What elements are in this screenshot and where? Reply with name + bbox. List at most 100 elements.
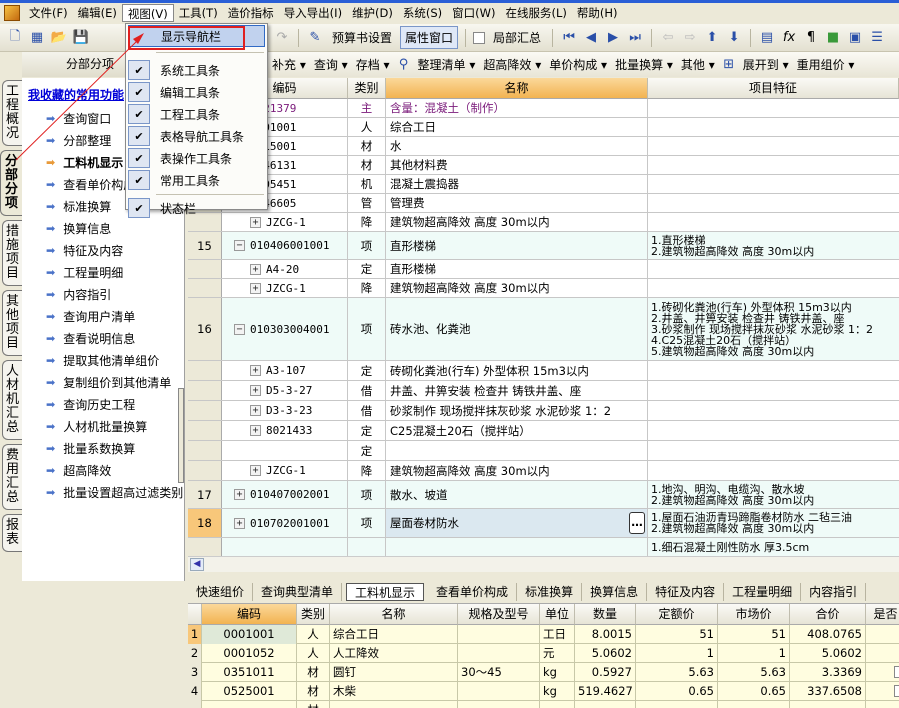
name-cell[interactable]: 砂浆制作 现场搅拌抹灰砂浆 水泥砂浆 1：2 [386, 401, 648, 420]
view-menu-item[interactable]: ✔ 系统工具条 [128, 59, 265, 81]
expand-icon[interactable]: + [250, 425, 261, 436]
name-cell[interactable]: 直形楼梯 [386, 260, 648, 278]
toolbar2-item-8[interactable]: 展开到 ▾ [740, 56, 792, 73]
table-row[interactable]: 1.细石混凝土刚性防水 厚3.5cm [188, 538, 899, 556]
table-row[interactable]: + JZCG-1 降建筑物超高降效 高度 30m以内 [188, 461, 899, 481]
resource-cell[interactable]: 元 [540, 644, 575, 663]
grid-header-2[interactable]: 名称 [386, 78, 648, 99]
resource-row[interactable]: 材 [188, 701, 899, 708]
toolbar2-item-0[interactable]: 补充 ▾ [269, 56, 309, 73]
resource-cell[interactable]: 5.0602 [790, 644, 866, 663]
formula-icon[interactable]: fx [780, 29, 798, 47]
expand-icon[interactable]: + [234, 517, 245, 529]
resource-cell[interactable]: 0001001 [202, 625, 297, 644]
table-row[interactable]: 16−010303004001 项砖水池、化粪池 1.砖砌化粪池(行车) 外型体积 … [188, 298, 899, 361]
move-down-icon[interactable]: ⬇ [725, 29, 743, 47]
last-record-icon[interactable]: ⏭ [626, 29, 644, 47]
feature-cell[interactable] [648, 279, 899, 297]
resource-cell[interactable]: 1 [636, 644, 718, 663]
favorite-item[interactable]: ➡ 内容指引 [46, 286, 196, 303]
next-record-icon[interactable]: ▶ [604, 29, 622, 47]
feature-cell[interactable] [648, 401, 899, 420]
resource-cell[interactable] [458, 625, 540, 644]
resource-cell[interactable]: 人 [297, 644, 330, 663]
menu-3[interactable]: 工具(T) [174, 4, 223, 22]
name-cell[interactable]: 建筑物超高降效 高度 30m以内 [386, 461, 648, 480]
feature-cell[interactable] [648, 441, 899, 460]
resource-cell[interactable] [202, 701, 297, 708]
code-cell[interactable]: −010406001001 [222, 232, 348, 259]
favorite-item[interactable]: ➡ 人材机批量换算 [46, 418, 196, 435]
favorite-item[interactable]: ➡ 查看说明信息 [46, 330, 196, 347]
code-cell[interactable]: +010407002001 [222, 481, 348, 508]
new-file-icon[interactable]: 🗋 [6, 29, 24, 47]
name-cell[interactable]: 散水、坡道 [386, 481, 648, 508]
resource-cell[interactable]: 0.65 [636, 682, 718, 701]
resource-cell[interactable]: 5.63 [718, 663, 790, 682]
resource-cell[interactable] [636, 701, 718, 708]
feature-cell[interactable] [648, 99, 899, 117]
move-left-icon[interactable]: ⇦ [659, 29, 677, 47]
resource-cell[interactable]: kg [540, 682, 575, 701]
code-cell[interactable]: −010303004001 [222, 298, 348, 360]
vtab-2[interactable]: 措施项目 [2, 220, 22, 286]
code-cell[interactable]: + JZCG-1 [222, 461, 348, 480]
open-folder-icon[interactable]: 📂 [50, 29, 68, 47]
resource-cell[interactable]: 人 [297, 625, 330, 644]
view-menu-item[interactable]: ✔ 表格导航工具条 [128, 125, 265, 147]
feature-cell[interactable] [648, 118, 899, 136]
favorites-title[interactable]: 我收藏的常用功能 [28, 86, 138, 103]
bottom-tab-2[interactable]: 工料机显示 [346, 582, 425, 601]
property-window-button[interactable]: 属性窗口 [400, 26, 459, 49]
view-menu-item[interactable]: ✔ 常用工具条 [128, 169, 265, 191]
favorite-item[interactable]: ➡ 特征及内容 [46, 242, 196, 259]
move-up-icon[interactable]: ⬆ [703, 29, 721, 47]
name-cell[interactable]: 其他材料费 [386, 156, 648, 174]
resource-header-7[interactable]: 市场价 [718, 604, 790, 625]
menu-8[interactable]: 窗口(W) [447, 4, 500, 22]
resource-cell[interactable]: kg [540, 663, 575, 682]
table-row[interactable]: + D5-3-27 借井盖、井箅安装 检查井 铸铁井盖、座 [188, 381, 899, 401]
resource-header-9[interactable]: 是否 [866, 604, 899, 625]
budget-settings-button[interactable]: 预算书设置 [328, 27, 396, 48]
expand-icon[interactable]: + [250, 365, 261, 376]
resource-row[interactable]: 4 0525001 材木柴 kg 519.4627 0.65 0.65 337.6508 [188, 682, 899, 701]
prev-record-icon[interactable]: ◀ [582, 29, 600, 47]
bottom-tab-8[interactable]: 内容指引 [801, 582, 867, 601]
vtab-6[interactable]: 报表 [2, 514, 22, 552]
list-icon[interactable]: ☰ [868, 29, 886, 47]
vtab-4[interactable]: 人材机汇总 [2, 360, 22, 440]
resource-cell[interactable]: 337.6508 [790, 682, 866, 701]
resource-cell[interactable]: 519.4627 [575, 682, 636, 701]
resource-cell[interactable] [790, 701, 866, 708]
resource-cell[interactable] [330, 701, 458, 708]
paragraph-icon[interactable]: ¶ [802, 29, 820, 47]
bottom-tab-5[interactable]: 换算信息 [582, 582, 648, 601]
resource-cell[interactable]: 0.5927 [575, 663, 636, 682]
code-cell[interactable]: + D3-3-23 [222, 401, 348, 420]
feature-cell[interactable] [648, 461, 899, 480]
name-cell[interactable]: 屋面卷材防水… [386, 509, 648, 537]
resource-header-8[interactable]: 合价 [790, 604, 866, 625]
resource-cell[interactable]: 51 [718, 625, 790, 644]
bottom-tab-1[interactable]: 查询典型清单 [253, 582, 343, 601]
resource-cell[interactable]: 0.65 [718, 682, 790, 701]
name-cell[interactable]: 混凝土震捣器 [386, 175, 648, 193]
vtab-3[interactable]: 其他项目 [2, 290, 22, 356]
name-cell[interactable]: C25混凝土20石（搅拌站） [386, 421, 648, 440]
table-row[interactable]: 15−010406001001 项直形楼梯 1.直形楼梯 2.建筑物超高降效 高度 3… [188, 232, 899, 260]
name-cell[interactable]: 综合工日 [386, 118, 648, 136]
favorite-item[interactable]: ➡ 批量系数换算 [46, 440, 196, 457]
menu-10[interactable]: 帮助(H) [572, 4, 623, 22]
name-cell[interactable]: 建筑物超高降效 高度 30m以内 [386, 213, 648, 231]
resource-cell[interactable]: 工日 [540, 625, 575, 644]
table-row[interactable]: + JZCG-1 降建筑物超高降效 高度 30m以内 [188, 213, 899, 232]
name-cell[interactable]: 砖砌化粪池(行车) 外型体积 15m3以内 [386, 361, 648, 380]
code-cell[interactable] [222, 538, 348, 556]
grid-header-3[interactable]: 项目特征 [648, 78, 899, 99]
view-menu-item[interactable]: ✔ 工程工具条 [128, 103, 265, 125]
feature-cell[interactable] [648, 361, 899, 380]
bottom-tab-4[interactable]: 标准换算 [517, 582, 583, 601]
toolbar2-item-1[interactable]: 查询 ▾ [311, 56, 351, 73]
calculator-icon[interactable]: ▤ [758, 29, 776, 47]
